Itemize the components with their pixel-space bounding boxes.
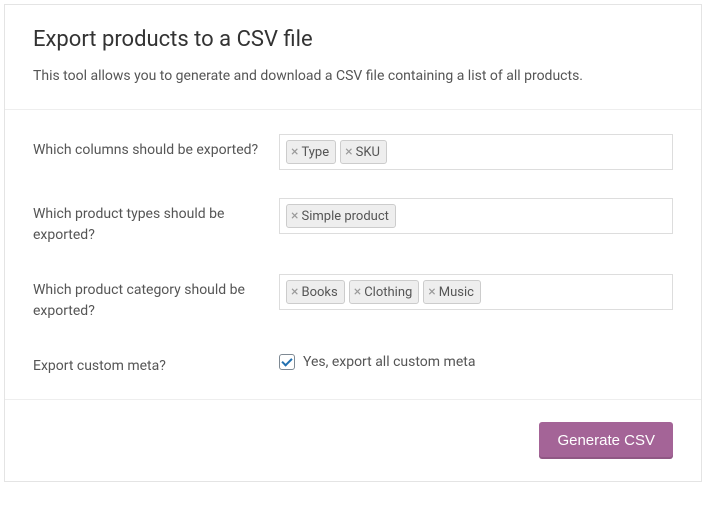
field-custom-meta: Yes, export all custom meta bbox=[279, 350, 673, 370]
custom-meta-checkbox-label[interactable]: Yes, export all custom meta bbox=[303, 354, 475, 370]
product-types-tag-input[interactable]: × Simple product bbox=[279, 198, 673, 234]
label-categories: Which product category should be exporte… bbox=[33, 274, 279, 322]
tag-sku[interactable]: × SKU bbox=[340, 140, 387, 164]
label-product-types: Which product types should be exported? bbox=[33, 198, 279, 246]
panel-body: Which columns should be exported? × Type… bbox=[5, 109, 701, 399]
export-panel: Export products to a CSV file This tool … bbox=[4, 4, 702, 482]
generate-csv-button[interactable]: Generate CSV bbox=[539, 422, 673, 459]
checkbox-row-custom-meta: Yes, export all custom meta bbox=[279, 350, 673, 370]
close-icon[interactable]: × bbox=[291, 285, 299, 299]
tag-clothing[interactable]: × Clothing bbox=[349, 280, 420, 304]
row-product-types: Which product types should be exported? … bbox=[33, 184, 673, 260]
row-categories: Which product category should be exporte… bbox=[33, 260, 673, 336]
tag-books[interactable]: × Books bbox=[286, 280, 345, 304]
tag-label: SKU bbox=[356, 145, 380, 160]
close-icon[interactable]: × bbox=[345, 145, 353, 159]
row-custom-meta: Export custom meta? Yes, export all cust… bbox=[33, 336, 673, 391]
tag-simple-product[interactable]: × Simple product bbox=[286, 204, 396, 228]
field-categories: × Books × Clothing × Music bbox=[279, 274, 673, 310]
page-description: This tool allows you to generate and dow… bbox=[33, 66, 673, 87]
tag-label: Type bbox=[301, 145, 329, 160]
custom-meta-checkbox[interactable] bbox=[279, 354, 295, 370]
tag-label: Music bbox=[439, 285, 474, 300]
close-icon[interactable]: × bbox=[354, 285, 362, 299]
field-columns: × Type × SKU bbox=[279, 134, 673, 170]
tag-type[interactable]: × Type bbox=[286, 140, 336, 164]
field-product-types: × Simple product bbox=[279, 198, 673, 234]
close-icon[interactable]: × bbox=[291, 209, 299, 223]
categories-tag-input[interactable]: × Books × Clothing × Music bbox=[279, 274, 673, 310]
close-icon[interactable]: × bbox=[428, 285, 436, 299]
label-columns: Which columns should be exported? bbox=[33, 134, 279, 161]
panel-footer: Generate CSV bbox=[5, 399, 701, 481]
tag-label: Simple product bbox=[301, 209, 388, 224]
tag-music[interactable]: × Music bbox=[423, 280, 481, 304]
tag-label: Clothing bbox=[364, 285, 412, 300]
row-columns: Which columns should be exported? × Type… bbox=[33, 120, 673, 184]
close-icon[interactable]: × bbox=[291, 145, 299, 159]
tag-label: Books bbox=[301, 285, 337, 300]
panel-header: Export products to a CSV file This tool … bbox=[5, 5, 701, 109]
columns-tag-input[interactable]: × Type × SKU bbox=[279, 134, 673, 170]
label-custom-meta: Export custom meta? bbox=[33, 350, 279, 377]
page-title: Export products to a CSV file bbox=[33, 27, 673, 52]
